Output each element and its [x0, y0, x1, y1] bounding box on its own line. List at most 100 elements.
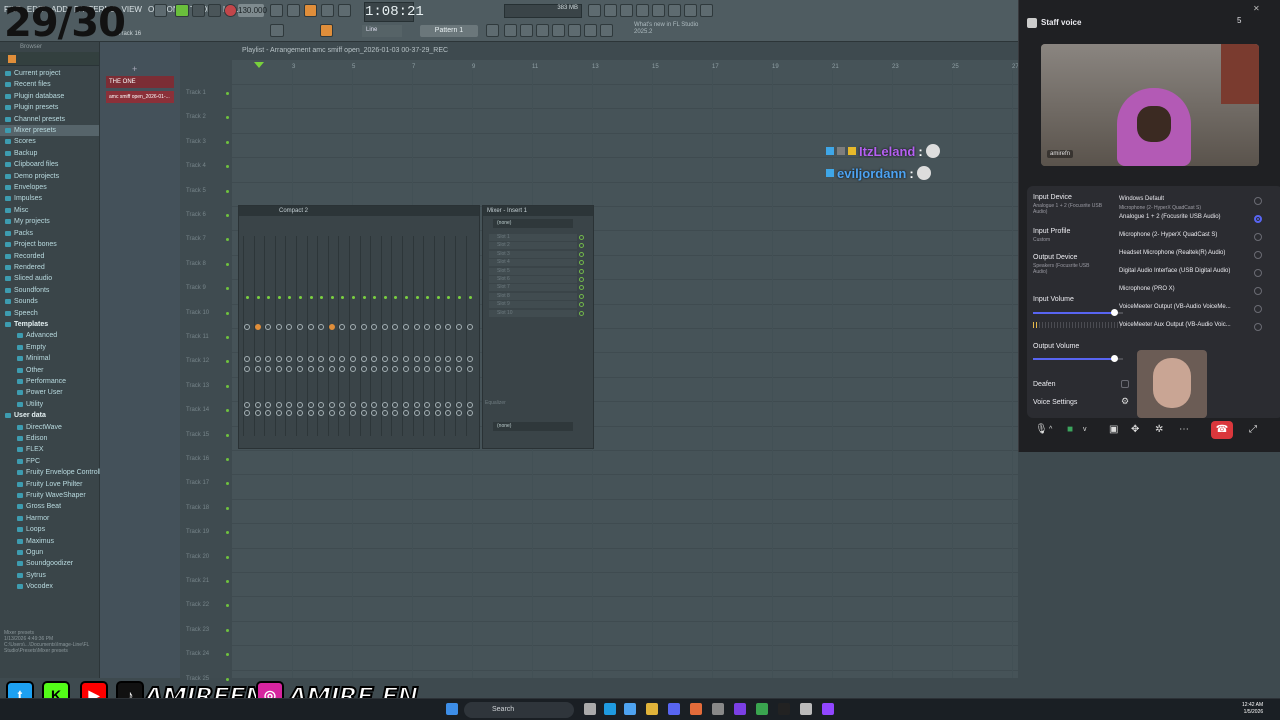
browser-item[interactable]: Backup [0, 148, 99, 159]
mixer-knob[interactable] [307, 410, 314, 416]
play-button[interactable] [192, 4, 205, 17]
gear-icon[interactable]: ⚙ [1121, 396, 1129, 407]
mixer-knob[interactable] [456, 402, 462, 408]
browser-item[interactable]: Demo projects [0, 171, 99, 182]
output-device-value[interactable]: Speakers (Focusrite USB Audio) [1033, 263, 1103, 275]
browser-item[interactable]: Fruity Love Philter [0, 479, 99, 490]
add-pattern-icon[interactable] [486, 24, 499, 37]
device-radio[interactable] [1254, 233, 1262, 241]
browser-item[interactable]: Edison [0, 433, 99, 444]
mixer-knob[interactable] [403, 402, 409, 408]
mixer-knob[interactable] [434, 402, 441, 408]
mixer-knob[interactable] [360, 324, 367, 330]
pattern-selector[interactable]: Pattern 1 [420, 25, 478, 37]
insert-output-select[interactable]: (none) [493, 422, 573, 431]
mixer-knob[interactable] [466, 410, 473, 416]
slot-enable-toggle[interactable] [579, 268, 584, 274]
browser-item[interactable]: Power User [0, 387, 99, 398]
device-option[interactable]: Digital Audio Interface (USB Digital Aud… [1119, 268, 1230, 274]
track-mute-led[interactable] [226, 287, 229, 291]
route-led[interactable] [383, 296, 387, 299]
mixer-knob[interactable] [466, 356, 473, 362]
browser-item[interactable]: Advanced [0, 330, 99, 341]
browser-item[interactable]: Vocodex [0, 581, 99, 592]
mic-icon[interactable] [604, 4, 617, 17]
browser-item[interactable]: Loops [0, 524, 99, 535]
tool-icon-2[interactable] [520, 24, 533, 37]
mixer-knob[interactable] [360, 356, 367, 362]
browser-item[interactable]: Recent files [0, 79, 99, 90]
browser-icon[interactable] [700, 4, 713, 17]
track-mute-led[interactable] [226, 628, 229, 632]
mixer-knob[interactable] [328, 366, 335, 372]
input-profile-value[interactable]: Custom [1033, 237, 1103, 243]
route-led[interactable] [362, 296, 366, 299]
device-option[interactable]: VoiceMeeter Aux Output (VB-Audio Voic... [1119, 322, 1231, 328]
route-led[interactable] [458, 296, 461, 299]
track-mute-led[interactable] [226, 580, 229, 583]
browser-item[interactable]: Plugin presets [0, 102, 99, 113]
mixer-knob[interactable] [307, 402, 314, 408]
mixer-knob[interactable] [350, 356, 356, 362]
mixer-knob[interactable] [360, 402, 367, 408]
mixer-knob[interactable] [328, 402, 335, 408]
tool-icon-5[interactable] [568, 24, 581, 37]
device-option[interactable]: Windows Default [1119, 196, 1164, 202]
mixer-knob[interactable] [456, 366, 462, 372]
fx-slot[interactable]: Slot 1 [489, 234, 577, 241]
device-option[interactable]: VoiceMeeter Output (VB-Audio VoiceMe... [1119, 304, 1231, 310]
browser-item[interactable]: DirectWave [0, 422, 99, 433]
add-icon[interactable]: + [132, 64, 137, 74]
browser-item[interactable]: Sliced audio [0, 273, 99, 284]
track-header[interactable]: Track 23 [186, 627, 209, 633]
mixer-knob[interactable] [434, 324, 441, 330]
soundboard-icon[interactable]: ✲ [1155, 424, 1163, 435]
slot-enable-toggle[interactable] [579, 243, 584, 249]
route-led[interactable] [256, 296, 260, 299]
mixer-knob[interactable] [434, 356, 441, 362]
browser-menu-icon[interactable] [8, 55, 16, 63]
snap-select[interactable]: Line [362, 25, 402, 37]
news-panel[interactable]: What's new in FL Studio 2025.2 [634, 22, 704, 38]
mixer-knob[interactable] [403, 324, 409, 330]
snap-icon[interactable] [154, 4, 167, 17]
bar-number[interactable]: 15 [652, 64, 659, 70]
mixer-knob[interactable] [456, 410, 462, 416]
track-header[interactable]: Track 13 [186, 383, 209, 389]
device-radio[interactable] [1254, 215, 1262, 223]
mixer-knob[interactable] [381, 356, 388, 362]
disconnect-button[interactable]: ☎ [1211, 421, 1233, 439]
track-header[interactable]: Track 15 [186, 432, 209, 438]
mixer-knob[interactable] [381, 366, 388, 372]
fx-slot[interactable]: Slot 5 [489, 267, 577, 275]
route-led[interactable] [352, 296, 355, 299]
fx-slot[interactable]: Slot 6 [489, 276, 577, 283]
slot-enable-toggle[interactable] [579, 285, 584, 291]
mixer-knob[interactable] [350, 402, 356, 408]
track-header[interactable]: Track 24 [186, 651, 209, 657]
mixer-knob[interactable] [350, 324, 356, 330]
deafen-checkbox[interactable] [1121, 380, 1129, 388]
fx-slot[interactable]: Slot 3 [489, 250, 577, 258]
mixer-knob[interactable] [403, 410, 409, 416]
track-header[interactable]: Track 3 [186, 139, 206, 145]
pattern-the-one[interactable]: THE ONE [106, 76, 174, 88]
app-icon[interactable] [624, 703, 636, 715]
close-icon[interactable]: ✕ [1253, 4, 1260, 13]
browser-item[interactable]: User data [0, 410, 99, 421]
browser-item[interactable]: FPC [0, 456, 99, 467]
mic-icon[interactable]: 🎙 [1035, 424, 1048, 435]
mixer-window[interactable]: Compact 2 [238, 205, 480, 449]
route-led[interactable] [246, 296, 249, 299]
browser-item[interactable]: Sytrus [0, 570, 99, 581]
mixer-knob[interactable] [403, 366, 409, 372]
draw-tool-icon[interactable] [320, 24, 333, 37]
browser-item[interactable]: Envelopes [0, 182, 99, 193]
track-mute-led[interactable] [226, 433, 229, 437]
browser-item[interactable]: Misc [0, 205, 99, 216]
track-header[interactable]: Track 21 [186, 578, 209, 584]
mixer-knob[interactable] [275, 324, 282, 330]
playhead-marker[interactable] [254, 62, 264, 68]
mixer-knob[interactable] [456, 356, 462, 362]
route-led[interactable] [299, 296, 302, 299]
